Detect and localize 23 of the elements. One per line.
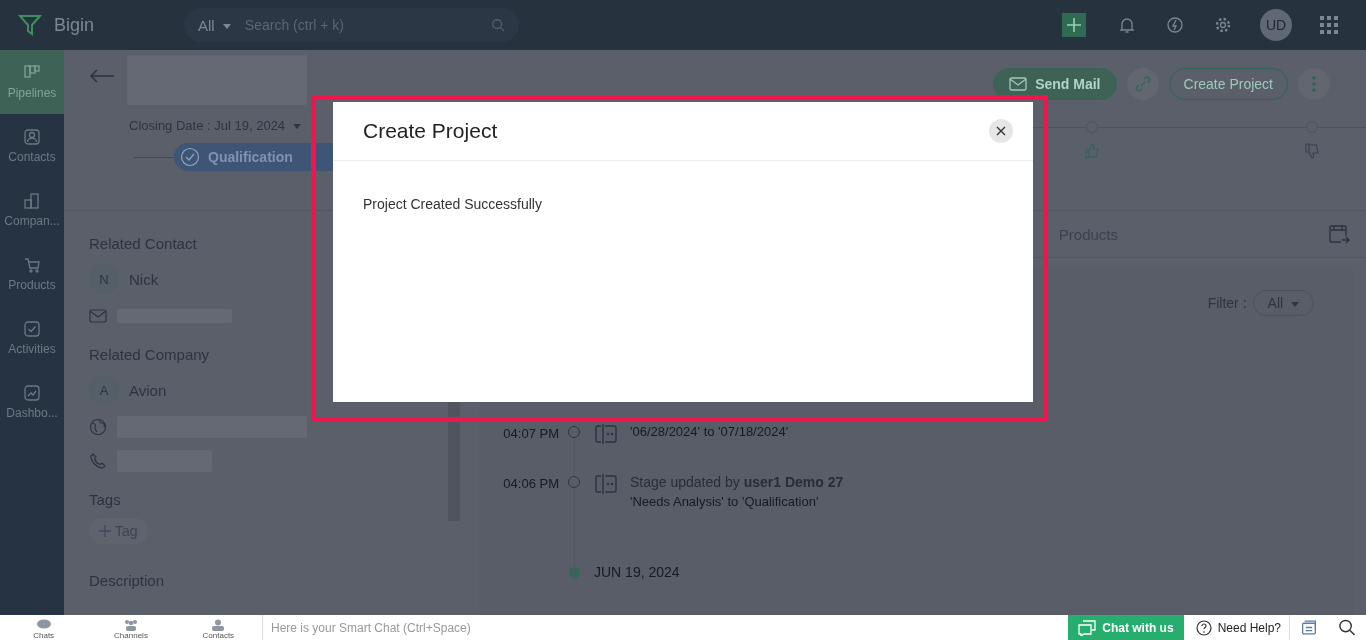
sidebar-item[interactable]: Contacts [0, 114, 64, 178]
need-help-button[interactable]: Need Help? [1183, 615, 1290, 640]
smart-chat-field[interactable]: Here is your Smart Chat (Ctrl+Space) [262, 615, 1069, 640]
sidebar-item[interactable]: Activities [0, 306, 64, 370]
sidebar-item[interactable]: Dashbo... [0, 370, 64, 434]
sidebar-item[interactable]: Pipelines [0, 50, 64, 114]
sidebar-item[interactable]: Compan... [0, 178, 64, 242]
chat-with-us-button[interactable]: Chat with us [1068, 615, 1184, 640]
user-avatar[interactable]: UD [1260, 9, 1292, 41]
bottom-tab[interactable]: Channels [87, 615, 175, 640]
timeline-detail: 'Needs Analysis' to 'Qualification' [630, 494, 820, 509]
send-mail-button[interactable]: Send Mail [993, 68, 1117, 100]
search-scope-dropdown[interactable]: All [198, 16, 231, 34]
bottom-tab[interactable]: Contacts [174, 615, 262, 640]
app-name: Bigin [54, 14, 96, 36]
bottom-tab[interactable]: Chats [0, 615, 88, 640]
timeline-time: 04:07 PM [502, 426, 559, 441]
dialog-title: Create Project [363, 119, 498, 143]
timeline-time: 04:06 PM [502, 476, 559, 491]
dialog-message: Project Created Successfully [363, 196, 542, 212]
sidebar-item[interactable]: Products [0, 242, 64, 306]
timeline-detail: '06/28/2024' to '07/18/2024' [630, 424, 789, 439]
timeline-date: JUN 19, 2024 [594, 564, 680, 580]
